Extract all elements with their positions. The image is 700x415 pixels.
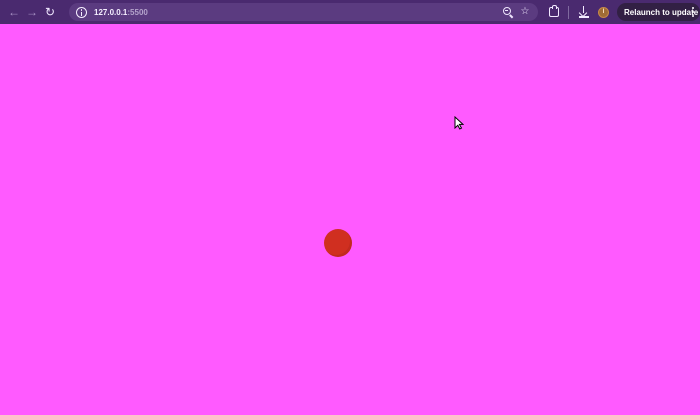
toolbar-divider bbox=[568, 5, 569, 19]
extensions-icon bbox=[548, 5, 559, 17]
relaunch-label: Relaunch to update bbox=[624, 7, 699, 17]
info-icon[interactable] bbox=[76, 6, 87, 18]
download-base-mark bbox=[578, 16, 589, 18]
star-icon[interactable]: ☆ bbox=[520, 7, 530, 17]
url-host: 127.0.0.1 bbox=[94, 7, 128, 17]
browser-toolbar: ← → ↻ 127.0.0.1:5500 ☆ I Relaunch to upd… bbox=[0, 0, 700, 24]
forward-button[interactable]: → bbox=[23, 3, 41, 21]
browser-window: ← → ↻ 127.0.0.1:5500 ☆ I Relaunch to upd… bbox=[0, 0, 700, 415]
url-port: :5500 bbox=[127, 7, 148, 17]
back-button[interactable]: ← bbox=[5, 3, 23, 21]
extensions-button[interactable] bbox=[547, 5, 560, 19]
url-text[interactable]: 127.0.0.1:5500 bbox=[94, 8, 148, 17]
more-vertical-icon bbox=[692, 7, 694, 17]
page-canvas[interactable] bbox=[0, 24, 700, 415]
arrow-right-icon: → bbox=[26, 5, 38, 19]
reload-icon: ↻ bbox=[44, 5, 56, 19]
zoom-minus-mark bbox=[505, 10, 509, 12]
menu-dot bbox=[692, 15, 694, 17]
address-bar[interactable]: 127.0.0.1:5500 ☆ bbox=[69, 3, 538, 21]
mouse-pointer-icon bbox=[454, 116, 464, 130]
arrow-left-icon: ← bbox=[8, 5, 20, 19]
menu-dot bbox=[692, 7, 694, 9]
address-bar-actions: ☆ bbox=[503, 7, 530, 17]
relaunch-to-update-button[interactable]: Relaunch to update bbox=[617, 3, 700, 21]
profile-avatar-icon[interactable]: I bbox=[598, 6, 609, 18]
red-ball bbox=[324, 229, 352, 257]
toolbar-actions: I Relaunch to update bbox=[547, 3, 700, 21]
menu-dot bbox=[692, 11, 694, 13]
reload-button[interactable]: ↻ bbox=[41, 3, 59, 21]
download-icon bbox=[578, 6, 590, 18]
zoom-out-icon[interactable] bbox=[503, 7, 513, 17]
downloads-button[interactable] bbox=[577, 6, 590, 19]
